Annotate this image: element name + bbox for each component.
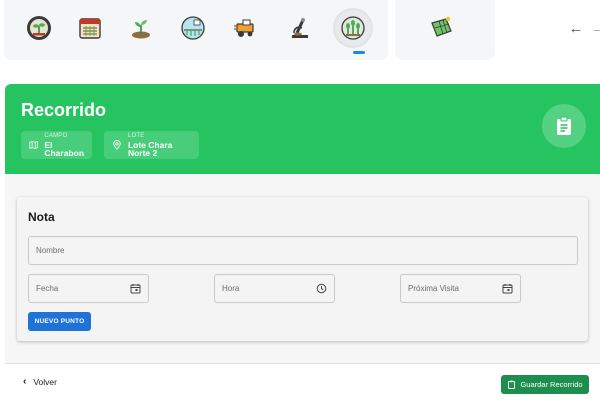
campo-chip: CAMPO El Charabon bbox=[21, 131, 92, 159]
calendar-icon[interactable] bbox=[130, 283, 141, 294]
sprout-badge-icon bbox=[27, 16, 51, 40]
lote-label: LOTE bbox=[127, 132, 145, 139]
campo-value: El Charabon bbox=[44, 139, 85, 158]
guardar-recorrido-label: Guardar Recorrido bbox=[520, 380, 583, 389]
nuevo-punto-button[interactable]: NUEVO PUNTO bbox=[28, 312, 91, 331]
proxima-visita-field[interactable]: Próxima Visita bbox=[400, 274, 521, 303]
tab-solar-panel[interactable] bbox=[423, 10, 459, 46]
recorrido-header: Recorrido CAMPO El Charabon LOTE Lote Ch… bbox=[5, 84, 600, 174]
scroll-left-arrow-icon[interactable]: ← bbox=[568, 20, 584, 37]
tab-harvester[interactable] bbox=[227, 10, 263, 46]
field-calendar-icon bbox=[79, 18, 101, 39]
lote-value: Lote Chara Norte 2 bbox=[127, 139, 173, 158]
tab-strip bbox=[4, 0, 388, 60]
irrigation-globe-icon bbox=[181, 16, 205, 40]
clipboard-icon bbox=[557, 116, 571, 135]
tab-field-calendar[interactable] bbox=[72, 10, 108, 46]
content-area: Nota Nombre Fecha Hora Próxima Visita NU… bbox=[5, 174, 600, 364]
nota-card: Nota Nombre Fecha Hora Próxima Visita NU… bbox=[17, 197, 588, 341]
nombre-field[interactable]: Nombre bbox=[28, 236, 578, 265]
solar-panel-icon bbox=[431, 16, 452, 37]
active-tab-indicator bbox=[353, 51, 365, 54]
clipboard-badge bbox=[542, 104, 586, 148]
microscope-icon bbox=[292, 18, 308, 38]
page-title: Recorrido bbox=[21, 100, 107, 120]
lote-chip: LOTE Lote Chara Norte 2 bbox=[104, 131, 199, 159]
map-icon bbox=[29, 140, 38, 150]
harvester-icon bbox=[234, 19, 254, 37]
campo-label: CAMPO bbox=[44, 132, 68, 139]
seedling-icon bbox=[132, 20, 150, 39]
scroll-right-arrow-icon[interactable]: → bbox=[590, 20, 600, 37]
guardar-recorrido-button[interactable]: Guardar Recorrido bbox=[501, 375, 589, 394]
location-pin-icon bbox=[113, 140, 121, 150]
fecha-placeholder: Fecha bbox=[36, 284, 59, 293]
calendar-icon[interactable] bbox=[502, 283, 513, 294]
hora-field[interactable]: Hora bbox=[214, 274, 335, 303]
top-tab-bar: ← → bbox=[0, 0, 600, 62]
hora-placeholder: Hora bbox=[222, 284, 240, 293]
footer-bar: ‹ Volver Guardar Recorrido bbox=[5, 364, 600, 401]
volver-button[interactable]: ‹ Volver bbox=[23, 376, 57, 387]
tab-irrigation-globe[interactable] bbox=[175, 10, 211, 46]
proxima-visita-placeholder: Próxima Visita bbox=[408, 284, 459, 293]
tab-crop-inspection[interactable] bbox=[335, 10, 371, 46]
volver-label: Volver bbox=[33, 376, 57, 387]
clipboard-icon bbox=[508, 380, 516, 389]
tab-microscope[interactable] bbox=[282, 10, 318, 46]
clock-icon[interactable] bbox=[316, 283, 327, 294]
tab-seedling[interactable] bbox=[123, 10, 159, 46]
card-title: Nota bbox=[28, 210, 55, 224]
tab-strip-secondary bbox=[395, 0, 495, 60]
chevron-left-icon: ‹ bbox=[23, 376, 27, 387]
crop-inspection-icon bbox=[341, 16, 365, 40]
tab-sprout-badge[interactable] bbox=[21, 10, 57, 46]
fecha-field[interactable]: Fecha bbox=[28, 274, 149, 303]
nombre-placeholder: Nombre bbox=[36, 246, 65, 255]
